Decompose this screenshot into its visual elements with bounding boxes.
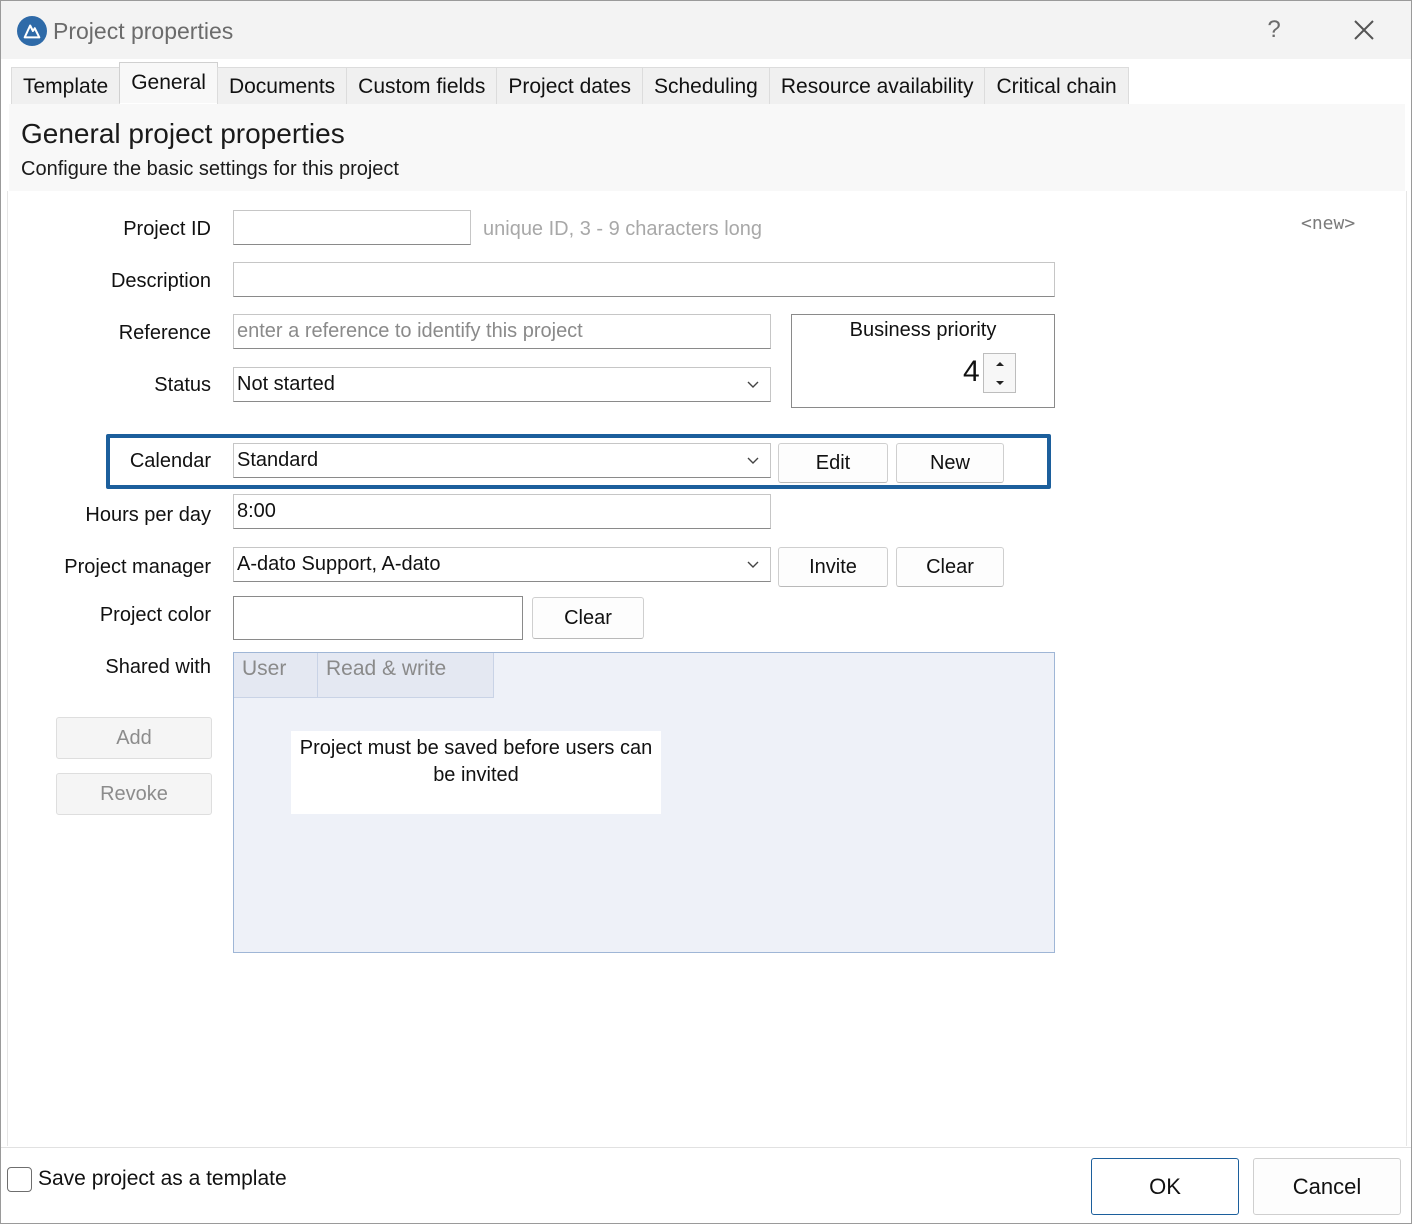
project-manager-value: A-dato Support, A-dato — [237, 553, 441, 575]
chevron-down-icon — [747, 457, 759, 464]
help-button[interactable]: ? — [1259, 13, 1289, 47]
status-value: Not started — [237, 373, 335, 395]
calendar-dropdown[interactable]: Standard — [233, 443, 771, 478]
grid-header: User Read & write — [234, 653, 494, 698]
title-bar: Project properties ? — [1, 1, 1411, 59]
project-manager-clear-button[interactable]: Clear — [896, 547, 1004, 587]
business-priority-value[interactable]: 4 — [963, 355, 980, 389]
page-header: General project properties Configure the… — [9, 104, 1405, 191]
close-icon — [1354, 20, 1374, 40]
grid-column-read-write[interactable]: Read & write — [318, 653, 494, 698]
adato-logo-icon — [17, 16, 47, 46]
reference-input[interactable]: enter a reference to identify this proje… — [233, 314, 771, 349]
project-id-input[interactable] — [233, 210, 471, 245]
tab-documents[interactable]: Documents — [216, 67, 348, 105]
arrow-down-icon — [995, 380, 1004, 385]
tab-custom-fields[interactable]: Custom fields — [346, 67, 498, 105]
calendar-value: Standard — [237, 449, 319, 471]
shared-with-label: Shared with — [105, 656, 211, 678]
description-label: Description — [110, 270, 211, 292]
revoke-share-button[interactable]: Revoke — [56, 773, 212, 815]
project-color-clear-button[interactable]: Clear — [532, 597, 644, 639]
tab-template[interactable]: Template — [11, 67, 121, 105]
calendar-edit-button[interactable]: Edit — [778, 443, 888, 483]
reference-label: Reference — [118, 322, 211, 344]
business-priority-label: Business priority — [849, 319, 997, 341]
page-subtitle: Configure the basic settings for this pr… — [21, 158, 399, 180]
spin-down-button[interactable] — [984, 373, 1015, 392]
window-title: Project properties — [53, 18, 234, 44]
description-input[interactable] — [233, 262, 1055, 297]
project-manager-dropdown[interactable]: A-dato Support, A-dato — [233, 547, 771, 582]
ok-button[interactable]: OK — [1091, 1158, 1239, 1215]
save-as-template-label: Save project as a template — [38, 1167, 287, 1190]
project-color-label: Project color — [99, 604, 211, 626]
chevron-down-icon — [747, 381, 759, 388]
project-id-label: Project ID — [123, 218, 211, 240]
add-share-button[interactable]: Add — [56, 717, 212, 759]
dialog-footer: Save project as a template OK Cancel — [1, 1147, 1411, 1223]
close-button[interactable] — [1345, 11, 1383, 49]
project-color-picker[interactable] — [233, 596, 523, 640]
tab-project-dates[interactable]: Project dates — [496, 67, 643, 105]
tab-general[interactable]: General — [119, 62, 218, 103]
spin-up-button[interactable] — [984, 354, 1015, 373]
tab-resource-availability[interactable]: Resource availability — [768, 67, 986, 105]
chevron-down-icon — [747, 561, 759, 568]
page-title: General project properties — [21, 118, 345, 149]
calendar-label: Calendar — [129, 450, 211, 472]
project-id-hint: unique ID, 3 - 9 characters long — [483, 218, 763, 240]
tab-strip: Template General Documents Custom fields… — [11, 62, 1129, 105]
shared-users-grid: User Read & write Project must be saved … — [233, 652, 1055, 953]
new-project-tag: <new> — [1301, 213, 1356, 234]
status-label: Status — [154, 374, 211, 396]
business-priority-spinner — [983, 353, 1016, 393]
save-as-template-checkbox[interactable] — [7, 1167, 32, 1192]
tab-critical-chain[interactable]: Critical chain — [984, 67, 1129, 105]
calendar-new-button[interactable]: New — [896, 443, 1004, 483]
hours-per-day-label: Hours per day — [85, 504, 211, 526]
tab-scheduling[interactable]: Scheduling — [641, 67, 770, 105]
project-properties-dialog: Project properties ? Template General Do… — [0, 0, 1412, 1224]
arrow-up-icon — [995, 361, 1004, 366]
invite-button[interactable]: Invite — [778, 547, 888, 587]
grid-empty-message: Project must be saved before users can b… — [291, 731, 661, 814]
grid-column-user[interactable]: User — [234, 653, 318, 698]
cancel-button[interactable]: Cancel — [1253, 1158, 1401, 1215]
project-manager-label: Project manager — [64, 556, 211, 578]
status-dropdown[interactable]: Not started — [233, 367, 771, 402]
hours-per-day-input[interactable]: 8:00 — [233, 494, 771, 529]
